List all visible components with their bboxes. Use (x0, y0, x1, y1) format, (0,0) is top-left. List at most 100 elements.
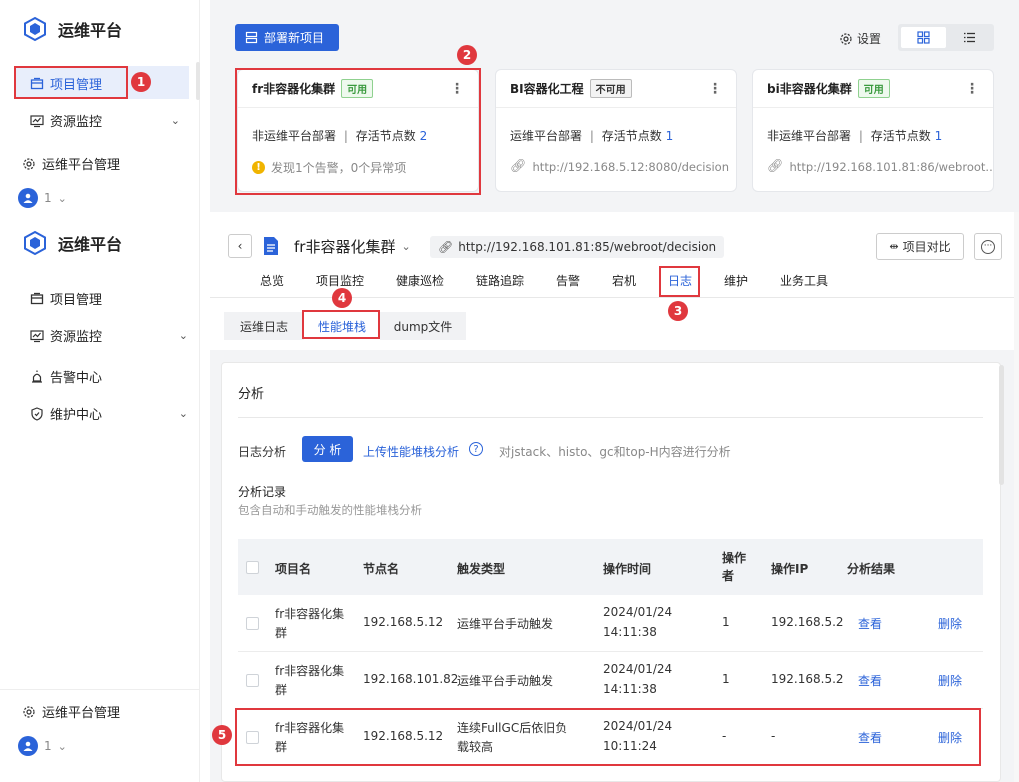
annotation-box-2 (235, 68, 481, 195)
nodes-label: 存活节点数 (601, 129, 662, 143)
back-button[interactable]: ‹ (228, 234, 252, 258)
tab-overview[interactable]: 总览 (260, 272, 284, 289)
upload-stack-analysis-link[interactable]: 上传性能堆栈分析 (363, 443, 459, 460)
chevron-down-icon: ⌄ (170, 114, 180, 127)
annotation-box-5 (235, 708, 981, 766)
column-header-node[interactable]: 节点名 (363, 560, 399, 577)
sidebar-item-label: 资源监控 (50, 115, 103, 130)
app-name: 运维平台 (58, 235, 123, 254)
settings-button[interactable]: 设置 (839, 30, 881, 47)
panel-scrollbar[interactable] (999, 365, 1004, 485)
cell-node: 192.168.5.12 (363, 615, 444, 629)
project-url: http://192.168.5.12:8080/decision (532, 159, 729, 174)
section-divider (238, 417, 983, 418)
annotation-badge-1: 1 (131, 72, 151, 92)
sidebar-item-resource-monitor[interactable]: 资源监控 ⌄ (30, 111, 180, 130)
tab-trace[interactable]: 链路追踪 (476, 272, 524, 289)
sidebar-item-label: 项目管理 (50, 78, 103, 93)
grid-icon (917, 31, 930, 44)
help-icon[interactable]: ? (469, 442, 483, 456)
column-header-project[interactable]: 项目名 (275, 560, 311, 577)
annotation-badge-2: 2 (457, 45, 477, 65)
chevron-down-icon: ⌄ (178, 407, 188, 420)
card-url-info[interactable]: 🔗︎ http://192.168.5.12:8080/decision (496, 159, 736, 174)
delete-link[interactable]: 删除 (938, 672, 962, 689)
grid-view-button[interactable] (901, 27, 946, 48)
view-link[interactable]: 查看 (858, 672, 882, 689)
shield-icon (31, 406, 43, 421)
tab-maintenance[interactable]: 维护 (724, 272, 748, 289)
view-link[interactable]: 查看 (858, 615, 882, 632)
sidebar-item-label: 告警中心 (50, 371, 103, 386)
subtab-ops-log[interactable]: 运维日志 (224, 312, 304, 340)
records-title: 分析记录 (238, 485, 287, 499)
column-header-result[interactable]: 分析结果 (847, 560, 895, 577)
link-icon: 🔗︎ (438, 240, 454, 254)
annotation-box-4 (302, 310, 380, 339)
project-card[interactable]: bi非容器化集群 可用 ⋮ 非运维平台部署 | 存活节点数 1 🔗︎ http:… (752, 69, 994, 192)
project-selector[interactable]: fr非容器化集群 ⌄ (294, 236, 411, 257)
project-detail-area: ‹ fr非容器化集群 ⌄ 🔗︎ http://192.168.101.81:85… (210, 212, 1019, 782)
column-header-ip[interactable]: 操作IP (771, 560, 808, 577)
sidebar-scrollbar[interactable] (196, 62, 200, 100)
sidebar-item-label: 维护中心 (50, 408, 103, 423)
cell-operator: 1 (722, 672, 730, 686)
tab-alerts[interactable]: 告警 (556, 272, 580, 289)
platform-management-button[interactable]: 运维平台管理 (22, 154, 120, 173)
sidebar-item-alert-center[interactable]: 告警中心 (30, 367, 102, 386)
more-options-button[interactable]: ··· (974, 233, 1002, 260)
row-checkbox[interactable] (246, 674, 259, 687)
sidebar-item-resource-monitor[interactable]: 资源监控 ⌄ (30, 326, 188, 345)
row-checkbox[interactable] (246, 617, 259, 630)
divider (0, 689, 200, 690)
list-view-button[interactable] (948, 27, 991, 48)
page-scrollbar-track[interactable] (1014, 212, 1019, 782)
sidebar-item-maintenance-center[interactable]: 维护中心 ⌄ (30, 404, 188, 423)
more-icon[interactable]: ⋮ (708, 81, 722, 97)
cell-project: fr非容器化集群 (275, 607, 345, 640)
card-title: BI容器化工程 (510, 82, 584, 96)
avatar (18, 736, 38, 756)
project-url-bar[interactable]: 🔗︎ http://192.168.101.81:85/webroot/deci… (430, 236, 725, 258)
table-row: fr非容器化集群 192.168.101.82 运维平台手动触发 2024/01… (238, 652, 983, 709)
more-icon: ··· (981, 239, 995, 254)
tab-business-tools[interactable]: 业务工具 (780, 272, 828, 289)
cell-project: fr非容器化集群 (275, 664, 345, 697)
sidebar-item-project-management[interactable]: 项目管理 (14, 66, 189, 99)
project-compare-button[interactable]: ⇹ 项目对比 (876, 233, 964, 260)
delete-link[interactable]: 删除 (938, 615, 962, 632)
records-description: 包含自动和手动触发的性能堆栈分析 (238, 503, 422, 517)
separator: | (858, 129, 863, 143)
card-url-info[interactable]: 🔗︎ http://192.168.101.81:86/webroot... (753, 159, 993, 174)
user-menu[interactable]: 1 ⌄ (18, 736, 67, 756)
gear-icon (840, 32, 852, 45)
deploy-new-project-button[interactable]: 部署新项目 (235, 24, 339, 51)
top-sidebar: 运维平台 项目管理 1 资源监控 ⌄ 运维平台管理 1 ⌄ (0, 0, 200, 212)
compare-label: 项目对比 (902, 240, 951, 254)
select-all-checkbox[interactable] (246, 561, 259, 574)
user-menu[interactable]: 1 ⌄ (18, 188, 67, 208)
analyze-button[interactable]: 分 析 (302, 436, 353, 462)
nodes-count: 1 (934, 129, 943, 143)
nodes-label: 存活节点数 (870, 129, 931, 143)
platform-management-button[interactable]: 运维平台管理 (22, 702, 120, 721)
sidebar-item-project-management[interactable]: 项目管理 (30, 289, 102, 308)
tab-health-check[interactable]: 健康巡检 (396, 272, 444, 289)
gear-icon (23, 705, 35, 718)
more-icon[interactable]: ⋮ (965, 81, 979, 97)
column-header-operator[interactable]: 操作者 (722, 549, 746, 585)
top-main-area: 部署新项目 设置 fr非容器化集群 可用 ⋮ 非运维平台部署 | 存活节点数 2… (210, 0, 1019, 212)
column-header-time[interactable]: 操作时间 (603, 560, 651, 577)
deploy-button-label: 部署新项目 (264, 31, 325, 45)
project-card[interactable]: BI容器化工程 不可用 ⋮ 运维平台部署 | 存活节点数 1 🔗︎ http:/… (495, 69, 737, 192)
status-badge: 可用 (857, 79, 890, 98)
chevron-down-icon: ⌄ (178, 329, 188, 342)
link-icon: 🔗︎ (510, 159, 527, 174)
column-header-trigger[interactable]: 触发类型 (457, 560, 505, 577)
cell-ip: 192.168.5.2 (771, 615, 844, 629)
tab-project-monitor[interactable]: 项目监控 (316, 272, 364, 289)
tab-downtime[interactable]: 宕机 (612, 272, 636, 289)
platform-management-label: 运维平台管理 (42, 158, 121, 173)
subtab-dump-file[interactable]: dump文件 (380, 312, 466, 340)
chevron-down-icon: ⌄ (57, 739, 67, 753)
